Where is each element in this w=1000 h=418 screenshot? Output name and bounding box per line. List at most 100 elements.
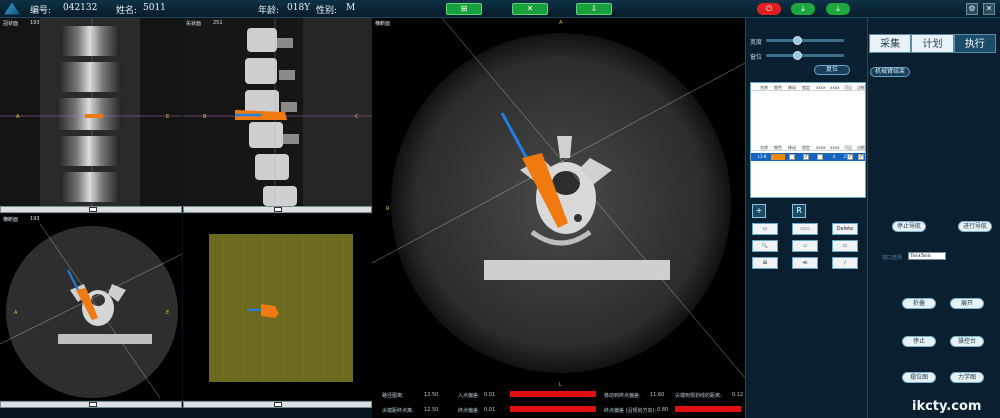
- patient-name-label: 姓名:: [116, 6, 138, 16]
- readout-tip-end-distance-label: 尖端距终点离:: [382, 408, 414, 414]
- row-name: L1-8: [757, 154, 767, 159]
- coronal-scroll-thumb[interactable]: [89, 207, 97, 212]
- multi-ruler-tool-icon[interactable]: ▭▭: [792, 223, 818, 235]
- export-button[interactable]: ⤓: [791, 3, 815, 15]
- tab-execute[interactable]: 执行: [953, 34, 996, 53]
- xray-scrollbar[interactable]: [183, 401, 372, 408]
- workflow-tabs: 采集 计划 执行: [869, 34, 996, 53]
- coronal-image: [0, 18, 182, 206]
- power-button[interactable]: ⏻: [757, 3, 781, 15]
- axial-scrollbar[interactable]: [0, 401, 182, 408]
- port-select-label: 端口选择: [882, 255, 903, 261]
- coronal-scrollbar[interactable]: [0, 206, 182, 213]
- marker-r: R: [386, 206, 390, 212]
- patient-sex-value: M: [346, 3, 356, 13]
- row-lock-checkbox[interactable]: ✓: [803, 154, 809, 160]
- th2-x1: xxxx: [816, 145, 826, 150]
- zoom-tool-icon[interactable]: 🔍: [752, 240, 778, 252]
- axial-image: [0, 214, 182, 400]
- row-value-1: 4: [832, 154, 836, 159]
- th-move: 移动: [788, 85, 796, 90]
- marker-axial-a: A: [14, 310, 18, 316]
- parallelogram-tool-icon[interactable]: ▱: [792, 240, 818, 252]
- fold-button[interactable]: 折叠: [902, 298, 936, 309]
- th2-name: 名称: [760, 145, 768, 150]
- reset-button[interactable]: 复位: [814, 65, 850, 75]
- reset-view-R-button[interactable]: R: [792, 204, 806, 218]
- readout-end-deviation-value: 0.01: [484, 407, 496, 413]
- positioning-button[interactable]: 摆位图: [902, 372, 936, 383]
- window-level-knob[interactable]: [793, 51, 803, 60]
- axial-viewport[interactable]: 横断面 193 A E: [0, 214, 182, 400]
- row-border-checkbox[interactable]: ✓: [858, 154, 864, 160]
- th-color: 颜色: [774, 85, 782, 90]
- patient-id-value: 042132: [63, 3, 98, 13]
- sagittal-scrollbar[interactable]: [183, 206, 372, 213]
- main-axial-image: [372, 18, 745, 388]
- port-select-value: ThinkTools: [910, 253, 931, 258]
- port-select[interactable]: ThinkTools: [908, 252, 946, 260]
- main-axial-viewport[interactable]: 横断面 A R L: [372, 18, 745, 388]
- start-navigation-button[interactable]: 进行导航: [958, 221, 992, 232]
- marker-c: C: [355, 114, 359, 120]
- ruler-tool-icon[interactable]: ▭: [752, 223, 778, 235]
- th2-move: 移动: [788, 145, 796, 150]
- force-chart-button[interactable]: 力学图: [950, 372, 984, 383]
- sagittal-scroll-thumb[interactable]: [274, 207, 282, 212]
- workflow-panel: [867, 18, 1000, 418]
- stop-button[interactable]: 停止: [902, 336, 936, 347]
- window-width-slider[interactable]: [766, 36, 844, 45]
- table-row[interactable]: L1-8 ✓ 4 21 ✓ ✓: [751, 153, 865, 161]
- th2-border: 边框: [857, 145, 865, 150]
- marker-b: B: [203, 114, 207, 120]
- readout-path-distance-value: 12.50: [424, 392, 439, 398]
- patient-age-label: 年龄:: [258, 6, 280, 16]
- patient-id-label: 编号:: [30, 6, 52, 16]
- marker-e: E: [166, 114, 170, 120]
- crosshair-tool-icon[interactable]: +: [752, 204, 766, 218]
- stop-navigation-button[interactable]: 停止导航: [892, 221, 926, 232]
- expand-button[interactable]: 展开: [950, 298, 984, 309]
- coronal-label: 冠状面: [3, 21, 19, 27]
- hospital-button[interactable]: ⊞: [446, 3, 482, 15]
- readout-move-end-deviation-label: 移动到终点偏差:: [604, 393, 641, 399]
- readout-path-distance-label: 路径图离:: [382, 393, 404, 399]
- readout-move-end-deviation-value: 11.60: [650, 392, 665, 398]
- console-button[interactable]: 操控台: [950, 336, 984, 347]
- axial-label: 横断面: [3, 217, 19, 223]
- arm-end-button[interactable]: 机械臂结束: [870, 67, 910, 77]
- xray-viewport[interactable]: [183, 214, 372, 400]
- window-width-knob[interactable]: [793, 36, 803, 45]
- patient-name-value: 5011: [143, 3, 166, 13]
- close-icon[interactable]: ✕: [983, 3, 995, 15]
- end-deviation-dir-bar: [675, 406, 741, 412]
- import-button[interactable]: ⤓: [826, 3, 850, 15]
- entry-deviation-bar: [510, 391, 596, 397]
- settings-icon[interactable]: ⚙: [966, 3, 978, 15]
- window-level-slider[interactable]: [766, 51, 844, 60]
- window-tool-icon[interactable]: ▭: [832, 240, 858, 252]
- line-tool-icon[interactable]: ∕: [832, 257, 858, 269]
- marker-a: A: [16, 114, 20, 120]
- coronal-viewport[interactable]: 冠状面 193 A E: [0, 18, 182, 206]
- xray-scroll-thumb[interactable]: [274, 402, 282, 407]
- angle-tool-icon[interactable]: ≪: [792, 257, 818, 269]
- row-x1-checkbox[interactable]: [817, 154, 823, 160]
- download-button[interactable]: ⇩: [576, 3, 612, 15]
- tab-acquire[interactable]: 采集: [869, 34, 912, 53]
- sagittal-viewport[interactable]: 矢状面 251 B C: [183, 18, 372, 206]
- delete-tool-button[interactable]: Delete: [832, 223, 858, 235]
- readout-end-deviation-dir-value: 0.80: [657, 407, 669, 413]
- th2-visible: 可见: [844, 145, 852, 150]
- sagittal-slice-number: 251: [213, 20, 223, 26]
- row-visible-checkbox[interactable]: ✓: [847, 154, 853, 160]
- robot-arm-button[interactable]: ✕: [512, 3, 548, 15]
- layout-tool-icon[interactable]: ⊞: [752, 257, 778, 269]
- tab-plan[interactable]: 计划: [911, 34, 954, 53]
- patient-sex-label: 性别:: [316, 6, 338, 16]
- row-color-swatch[interactable]: [771, 154, 785, 160]
- th-x2: xxxx: [830, 85, 840, 90]
- end-deviation-bar: [510, 406, 596, 412]
- axial-scroll-thumb[interactable]: [89, 402, 97, 407]
- row-move-checkbox[interactable]: [789, 154, 795, 160]
